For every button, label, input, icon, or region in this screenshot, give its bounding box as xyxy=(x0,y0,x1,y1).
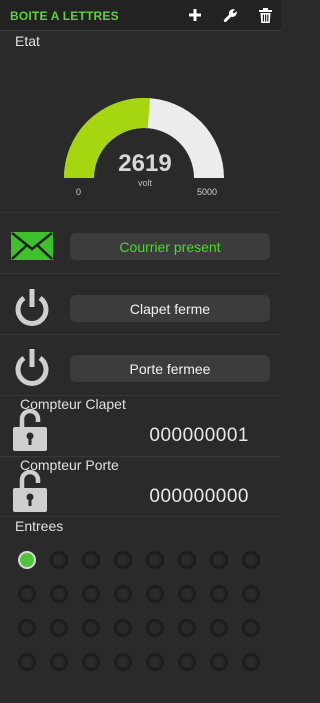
divider xyxy=(0,273,281,274)
unlock-icon xyxy=(13,408,47,451)
entree-led xyxy=(82,585,100,603)
entree-led xyxy=(18,653,36,671)
entree-led xyxy=(178,619,196,637)
entree-led xyxy=(210,551,228,569)
entree-led xyxy=(82,551,100,569)
entree-led xyxy=(18,551,36,569)
entree-led xyxy=(178,585,196,603)
entree-led xyxy=(178,551,196,569)
power-icon xyxy=(15,349,49,386)
entree-led xyxy=(82,619,100,637)
entree-led xyxy=(114,585,132,603)
courrier-status-button[interactable]: Courrier present xyxy=(70,233,270,260)
gauge-value: 2619 xyxy=(118,150,172,177)
gauge-max-label: 5000 xyxy=(197,187,218,197)
power-icon xyxy=(15,289,49,326)
entree-led xyxy=(18,619,36,637)
envelope-icon xyxy=(11,232,53,260)
unlock-icon xyxy=(13,469,47,512)
entree-led xyxy=(210,585,228,603)
entrees-label: Entrees xyxy=(15,518,64,534)
entree-led xyxy=(242,619,260,637)
compteur-clapet-value: 000000001 xyxy=(149,425,249,446)
entree-led xyxy=(114,551,132,569)
entree-led xyxy=(146,585,164,603)
entree-led xyxy=(146,653,164,671)
entree-led xyxy=(242,653,260,671)
divider xyxy=(0,212,281,213)
entree-led xyxy=(178,653,196,671)
entree-led xyxy=(242,585,260,603)
entree-led xyxy=(146,551,164,569)
gauge-min-label: 0 xyxy=(76,187,82,197)
entree-led xyxy=(50,585,68,603)
entree-led xyxy=(82,653,100,671)
entree-led xyxy=(210,619,228,637)
entree-led xyxy=(18,585,36,603)
divider xyxy=(0,334,281,335)
entree-led xyxy=(114,653,132,671)
entree-led xyxy=(210,653,228,671)
entree-led xyxy=(50,619,68,637)
clapet-status-button[interactable]: Clapet ferme xyxy=(70,295,270,322)
entree-led xyxy=(50,551,68,569)
entree-led xyxy=(146,619,164,637)
entree-led xyxy=(50,653,68,671)
compteur-porte-value: 000000000 xyxy=(149,486,249,507)
porte-status-button[interactable]: Porte fermee xyxy=(70,355,270,382)
entree-led xyxy=(114,619,132,637)
divider xyxy=(0,516,281,517)
entree-led xyxy=(242,551,260,569)
